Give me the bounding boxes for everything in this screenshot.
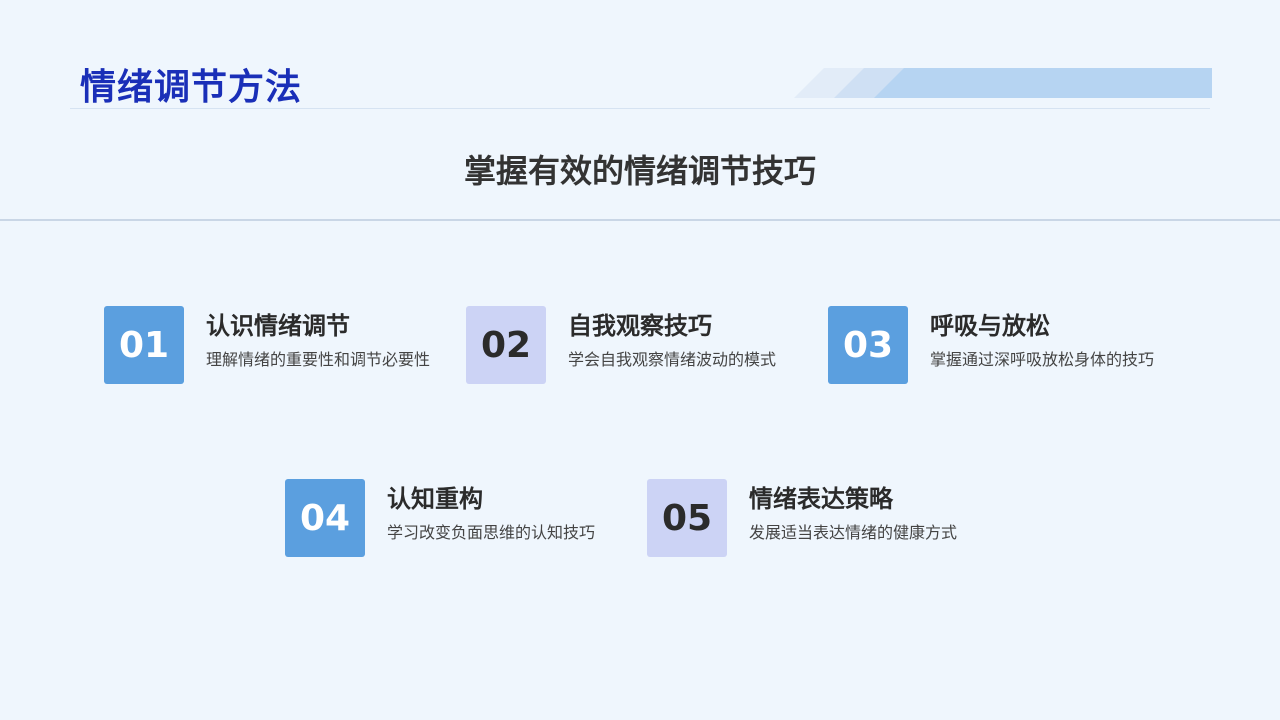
item-title: 情绪表达策略	[749, 485, 893, 513]
item-description: 学会自我观察情绪波动的模式	[568, 350, 777, 369]
header-decoration	[794, 68, 1212, 98]
item-description: 发展适当表达情绪的健康方式	[749, 523, 958, 542]
section-divider	[0, 219, 1280, 221]
item-title: 自我观察技巧	[568, 312, 712, 340]
number-badge: 03	[828, 306, 908, 384]
number-badge: 01	[104, 306, 184, 384]
subtitle: 掌握有效的情绪调节技巧	[463, 152, 816, 190]
item-description: 学习改变负面思维的认知技巧	[387, 523, 596, 542]
item-title: 认识情绪调节	[206, 312, 350, 340]
number-badge: 05	[647, 479, 727, 557]
method-item-3: 03 呼吸与放松 掌握通过深呼吸放松身体的技巧	[828, 306, 1188, 384]
number-badge: 04	[285, 479, 365, 557]
method-item-1: 01 认识情绪调节 理解情绪的重要性和调节必要性	[104, 306, 464, 384]
item-title: 认知重构	[387, 485, 483, 513]
item-description: 掌握通过深呼吸放松身体的技巧	[930, 350, 1155, 369]
header-divider	[70, 108, 1210, 109]
method-item-4: 04 认知重构 学习改变负面思维的认知技巧	[285, 479, 645, 557]
method-item-5: 05 情绪表达策略 发展适当表达情绪的健康方式	[647, 479, 1007, 557]
method-item-2: 02 自我观察技巧 学会自我观察情绪波动的模式	[466, 306, 826, 384]
item-description: 理解情绪的重要性和调节必要性	[206, 350, 431, 369]
number-badge: 02	[466, 306, 546, 384]
item-title: 呼吸与放松	[930, 312, 1050, 340]
page-title: 情绪调节方法	[80, 67, 303, 108]
